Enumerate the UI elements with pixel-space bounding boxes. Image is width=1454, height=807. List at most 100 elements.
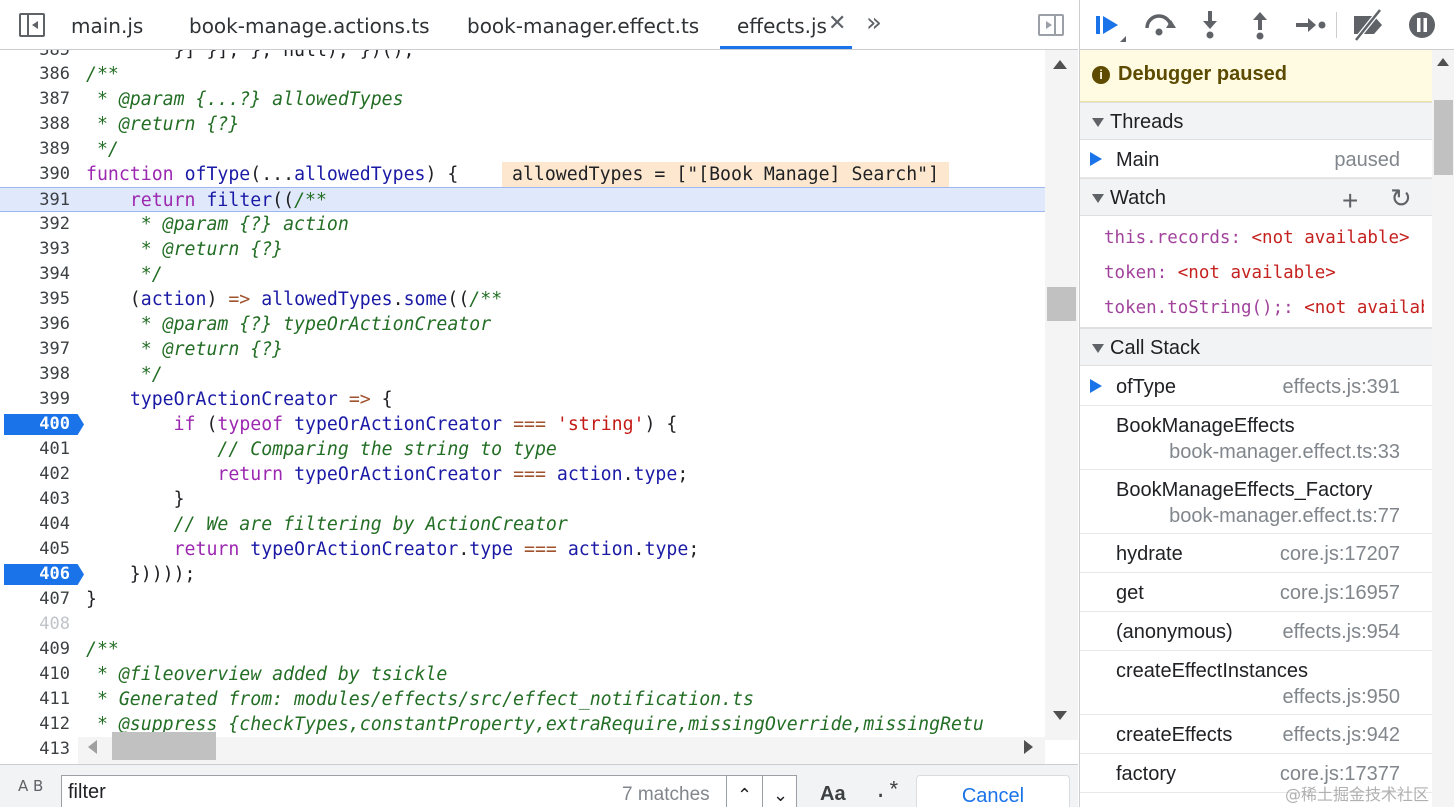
line-number[interactable]: 407 — [0, 587, 70, 612]
step-over-icon[interactable] — [1142, 8, 1178, 42]
line-number[interactable]: 401 — [0, 437, 70, 462]
call-frame[interactable]: createEffectInstances effects.js:950 — [1080, 651, 1432, 715]
step-into-icon[interactable] — [1192, 8, 1228, 42]
scroll-up-icon[interactable] — [1437, 58, 1449, 66]
next-match-button[interactable]: ⌄ — [762, 776, 798, 807]
call-frame[interactable]: BookManageEffects book-manager.effect.ts:… — [1080, 406, 1432, 470]
thread-row-main[interactable]: Main paused — [1080, 140, 1432, 178]
watch-expression[interactable]: token.toString();: <not available> — [1104, 298, 1424, 318]
threads-section-header[interactable]: Threads — [1080, 102, 1432, 140]
toggle-debugger-icon[interactable] — [1038, 14, 1064, 36]
line-number[interactable]: 398 — [0, 362, 70, 387]
resume-icon[interactable] — [1092, 8, 1128, 42]
code-editor[interactable]: 385 }] }], }, null); })(); 386/** 387 * @… — [0, 50, 1078, 764]
code-line: 411 * Generated from: modules/effects/sr… — [0, 687, 1045, 712]
code-line: 396 * @param {?} typeOrActionCreator — [0, 312, 1045, 337]
line-number[interactable]: 399 — [0, 387, 70, 412]
line-number[interactable]: 389 — [0, 137, 70, 162]
line-number[interactable]: 403 — [0, 487, 70, 512]
call-frame[interactable]: BookManageEffects_Factory book-manager.ef… — [1080, 470, 1432, 534]
editor-pane: main.js book-manage.actions.ts book-mana… — [0, 0, 1078, 807]
regex-button[interactable]: .* — [874, 779, 900, 804]
deactivate-breakpoints-icon[interactable] — [1350, 8, 1386, 42]
refresh-icon[interactable]: ↻ — [1390, 184, 1412, 214]
line-number[interactable]: 412 — [0, 712, 70, 737]
pause-on-exceptions-icon[interactable] — [1404, 8, 1440, 42]
scroll-down-icon[interactable] — [1053, 711, 1067, 720]
triangle-down-icon — [1092, 118, 1104, 127]
code-line: 407} — [0, 587, 1045, 612]
call-frame[interactable]: hydrate core.js:17207 — [1080, 534, 1432, 573]
more-tabs-icon[interactable]: » — [866, 8, 882, 38]
line-number[interactable]: 408 — [0, 612, 70, 637]
scroll-left-icon[interactable] — [88, 740, 97, 754]
search-input[interactable] — [68, 781, 588, 804]
tab-book-manager-effect[interactable]: book-manager.effect.ts — [467, 0, 699, 50]
code-text: return filter((/** — [129, 190, 327, 211]
tab-book-manage-actions[interactable]: book-manage.actions.ts — [189, 0, 430, 50]
line-number[interactable]: 411 — [0, 687, 70, 712]
line-number[interactable]: 410 — [0, 662, 70, 687]
code-line: 394 */ — [0, 262, 1045, 287]
line-number[interactable]: 404 — [0, 512, 70, 537]
cancel-button[interactable]: Cancel — [916, 775, 1070, 807]
line-number[interactable]: 396 — [0, 312, 70, 337]
line-number[interactable]: 400 — [0, 412, 70, 437]
code-line: 390 function ofType(...allowedTypes) {all… — [0, 162, 1045, 187]
code-line: 398 */ — [0, 362, 1045, 387]
call-frame[interactable]: (anonymous) effects.js:954 — [1080, 612, 1432, 651]
frame-function-name: factory — [1116, 763, 1177, 785]
code-text: return typeOrActionCreator.type === acti… — [173, 539, 700, 560]
horizontal-scrollbar[interactable] — [78, 737, 1045, 764]
frame-location: book-manager.effect.ts:33 — [1169, 441, 1400, 463]
toggle-navigator-icon[interactable] — [19, 13, 45, 37]
code-text: * @param {...?} allowedTypes — [86, 89, 404, 110]
replace-toggle-icon[interactable]: A B — [18, 779, 43, 794]
call-frame[interactable]: get core.js:16957 — [1080, 573, 1432, 612]
step-icon[interactable] — [1292, 8, 1328, 42]
frame-location: core.js:16957 — [1279, 582, 1400, 604]
frame-function-name: ofType — [1116, 376, 1177, 398]
line-number[interactable]: 405 — [0, 537, 70, 562]
code-text: * @return {?} — [86, 339, 284, 360]
code-line: 404 // We are filtering by ActionCreator — [0, 512, 1045, 537]
call-frame[interactable]: ofType effects.js:391 — [1080, 367, 1432, 406]
frame-function-name: createEffects — [1116, 724, 1233, 746]
tab-effects-js[interactable]: effects.js — [737, 0, 827, 50]
vertical-scrollbar[interactable] — [1045, 50, 1078, 740]
line-number[interactable]: 393 — [0, 237, 70, 262]
tab-main-js[interactable]: main.js — [71, 0, 143, 50]
watch-expression[interactable]: this.records: <not available> — [1104, 228, 1424, 248]
line-number[interactable]: 386 — [0, 62, 70, 87]
step-out-icon[interactable] — [1242, 8, 1278, 42]
line-number[interactable]: 406 — [0, 562, 70, 587]
line-number[interactable]: 388 — [0, 112, 70, 137]
frame-function-name: hydrate — [1116, 543, 1183, 565]
line-number[interactable]: 397 — [0, 337, 70, 362]
add-watch-icon[interactable]: + — [1342, 185, 1358, 217]
line-number[interactable]: 392 — [0, 212, 70, 237]
line-number[interactable]: 409 — [0, 637, 70, 662]
frame-location: effects.js:942 — [1282, 724, 1400, 746]
line-number[interactable]: 413 — [0, 737, 70, 762]
line-number[interactable]: 395 — [0, 287, 70, 312]
scroll-up-icon[interactable] — [1053, 60, 1067, 69]
line-number[interactable]: 391 — [0, 188, 70, 213]
line-number[interactable]: 402 — [0, 462, 70, 487]
line-number[interactable]: 387 — [0, 87, 70, 112]
call-stack-section-header[interactable]: Call Stack — [1080, 328, 1432, 366]
code-line: 389 */ — [0, 137, 1045, 162]
horizontal-scroll-thumb[interactable] — [112, 732, 216, 760]
line-number[interactable]: 394 — [0, 262, 70, 287]
watch-name: this.records — [1104, 228, 1231, 248]
scroll-right-icon[interactable] — [1024, 740, 1033, 754]
sidebar-scroll-thumb[interactable] — [1434, 100, 1453, 175]
call-frame[interactable]: createEffects effects.js:942 — [1080, 715, 1432, 754]
vertical-scroll-thumb[interactable] — [1047, 287, 1076, 321]
match-case-button[interactable]: Aa — [820, 783, 846, 806]
line-number[interactable]: 390 — [0, 162, 70, 187]
watch-expression[interactable]: token: <not available> — [1104, 263, 1424, 283]
close-icon[interactable]: ✕ — [828, 11, 846, 36]
previous-match-button[interactable]: ⌃ — [726, 776, 762, 807]
watch-section-header[interactable]: Watch + ↻ — [1080, 178, 1432, 216]
